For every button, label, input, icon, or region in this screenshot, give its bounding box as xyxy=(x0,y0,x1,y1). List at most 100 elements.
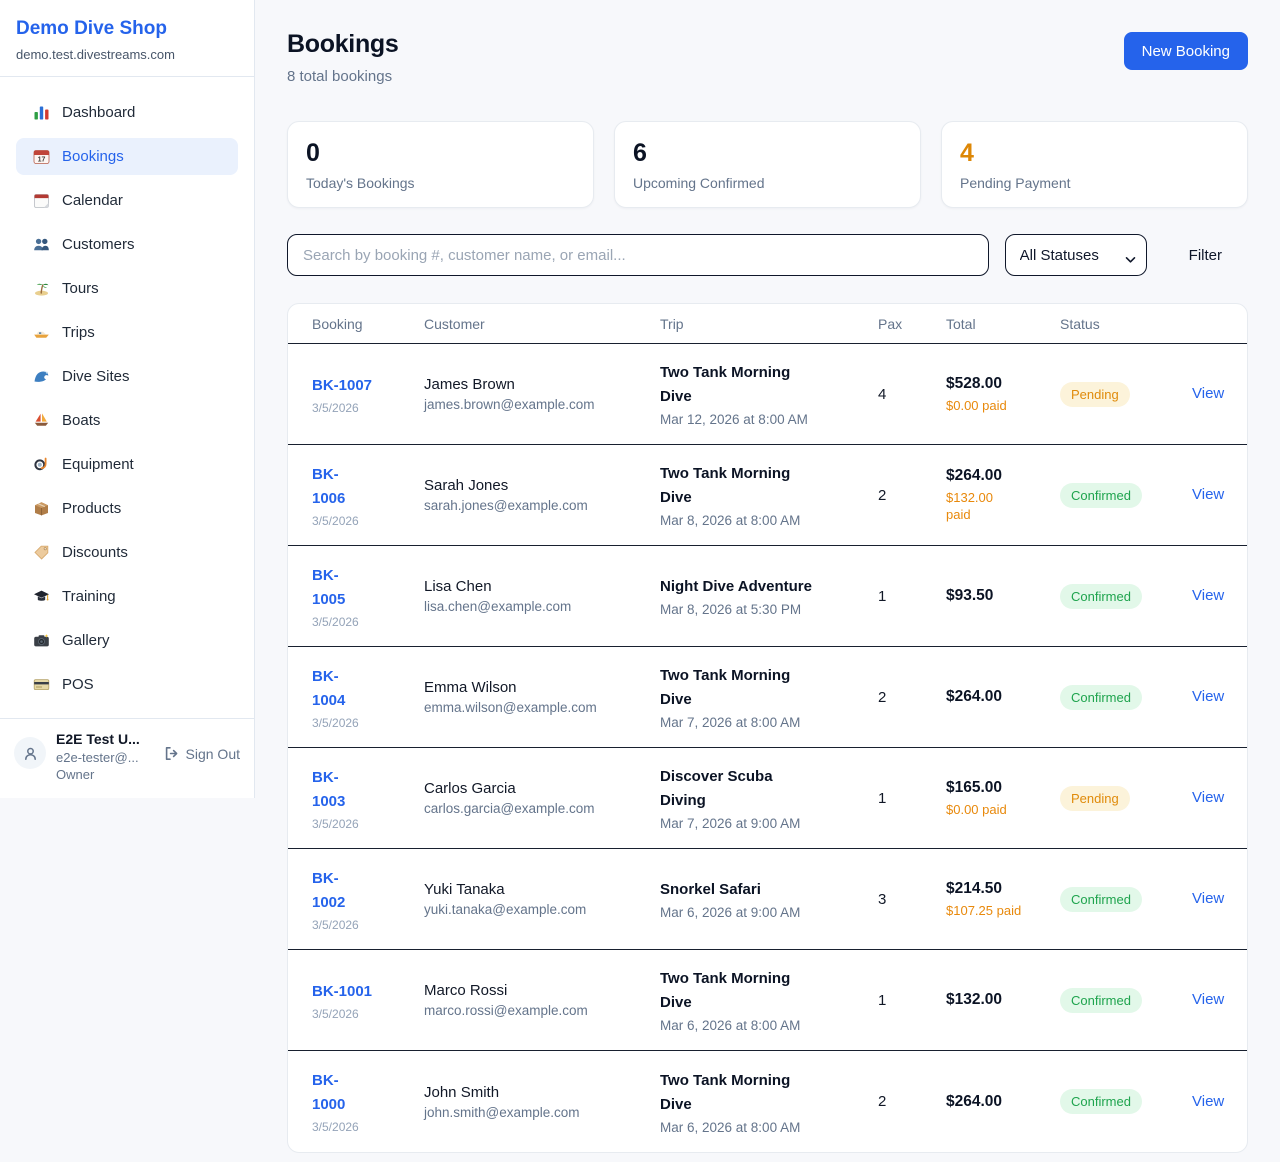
col-trip: Trip xyxy=(660,316,878,332)
table-row: BK-1001 3/5/2026 Marco Rossi marco.rossi… xyxy=(288,950,1247,1051)
trip-name: Two Tank Morning Dive xyxy=(660,1069,812,1117)
booking-id-link[interactable]: BK-1000 xyxy=(312,1069,364,1117)
user-email: e2e-tester@... xyxy=(56,750,153,765)
sidebar-item-equipment[interactable]: Equipment xyxy=(16,446,238,483)
filter-button[interactable]: Filter xyxy=(1179,247,1232,264)
status-filter-select[interactable]: All Statuses xyxy=(1005,234,1147,276)
status-badge: Confirmed xyxy=(1060,584,1142,609)
sign-out-button[interactable]: Sign Out xyxy=(163,745,240,762)
sidebar-item-products[interactable]: Products xyxy=(16,490,238,527)
booking-date: 3/5/2026 xyxy=(312,401,424,415)
status-badge: Confirmed xyxy=(1060,1089,1142,1114)
user-meta: E2E Test U... e2e-tester@... Owner xyxy=(56,731,153,782)
customer-name: Lisa Chen xyxy=(424,578,660,595)
customer-email: carlos.garcia@example.com xyxy=(424,801,660,816)
status-badge: Confirmed xyxy=(1060,483,1142,508)
sign-out-icon xyxy=(163,745,180,762)
sidebar-item-label: Discounts xyxy=(62,544,128,561)
avatar xyxy=(14,737,46,769)
booking-id-link[interactable]: BK-1007 xyxy=(312,374,372,398)
new-booking-button[interactable]: New Booking xyxy=(1124,32,1248,70)
booking-id-link[interactable]: BK-1005 xyxy=(312,564,364,612)
sidebar-item-label: Boats xyxy=(62,412,100,429)
trip-datetime: Mar 7, 2026 at 9:00 AM xyxy=(660,816,878,831)
boats-icon xyxy=(32,412,50,430)
table-row: BK-1000 3/5/2026 John Smith john.smith@e… xyxy=(288,1051,1247,1152)
booking-id-link[interactable]: BK-1001 xyxy=(312,980,372,1004)
pos-icon xyxy=(32,676,50,694)
customer-email: emma.wilson@example.com xyxy=(424,700,660,715)
trip-name: Two Tank Morning Dive xyxy=(660,967,812,1015)
paid-amount: $132.00 paid xyxy=(946,489,1004,523)
user-name: E2E Test U... xyxy=(56,731,153,747)
table-row: BK-1003 3/5/2026 Carlos Garcia carlos.ga… xyxy=(288,748,1247,849)
booking-date: 3/5/2026 xyxy=(312,918,424,932)
customers-icon xyxy=(32,236,50,254)
trip-name: Snorkel Safari xyxy=(660,878,812,902)
pax-count: 1 xyxy=(878,588,946,605)
sidebar-item-label: Customers xyxy=(62,236,135,253)
training-icon xyxy=(32,588,50,606)
customer-email: james.brown@example.com xyxy=(424,397,660,412)
sidebar-item-label: Training xyxy=(62,588,116,605)
stat-value: 0 xyxy=(306,139,575,168)
booking-id-link[interactable]: BK-1003 xyxy=(312,766,364,814)
dive-sites-icon xyxy=(32,368,50,386)
booking-id-link[interactable]: BK-1006 xyxy=(312,463,364,511)
trip-datetime: Mar 6, 2026 at 9:00 AM xyxy=(660,905,878,920)
sidebar-item-label: Gallery xyxy=(62,632,110,649)
sidebar-item-bookings[interactable]: 17 Bookings xyxy=(16,138,238,175)
view-link[interactable]: View xyxy=(1192,991,1224,1008)
sidebar-item-dive-sites[interactable]: Dive Sites xyxy=(16,358,238,395)
customer-name: Yuki Tanaka xyxy=(424,881,660,898)
sidebar-item-boats[interactable]: Boats xyxy=(16,402,238,439)
table-row: BK-1004 3/5/2026 Emma Wilson emma.wilson… xyxy=(288,647,1247,748)
view-link[interactable]: View xyxy=(1192,587,1224,604)
sidebar-item-label: Dashboard xyxy=(62,104,135,121)
status-badge: Confirmed xyxy=(1060,685,1142,710)
tours-icon xyxy=(32,280,50,298)
sidebar-item-dashboard[interactable]: Dashboard xyxy=(16,94,238,131)
sidebar-item-label: Equipment xyxy=(62,456,134,473)
sidebar-item-training[interactable]: Training xyxy=(16,578,238,615)
sidebar-item-label: Calendar xyxy=(62,192,123,209)
total-amount: $264.00 xyxy=(946,1093,1060,1111)
sidebar-item-gallery[interactable]: Gallery xyxy=(16,622,238,659)
booking-date: 3/5/2026 xyxy=(312,716,424,730)
sidebar: Demo Dive Shop demo.test.divestreams.com… xyxy=(0,0,255,798)
view-link[interactable]: View xyxy=(1192,789,1224,806)
total-amount: $214.50 xyxy=(946,880,1060,898)
booking-id-link[interactable]: BK-1004 xyxy=(312,665,364,713)
stats-row: 0 Today's Bookings 6 Upcoming Confirmed … xyxy=(287,121,1248,208)
search-input[interactable] xyxy=(287,234,989,276)
booking-date: 3/5/2026 xyxy=(312,817,424,831)
sidebar-item-customers[interactable]: Customers xyxy=(16,226,238,263)
view-link[interactable]: View xyxy=(1192,486,1224,503)
sidebar-item-calendar[interactable]: Calendar xyxy=(16,182,238,219)
svg-text:17: 17 xyxy=(37,157,45,164)
shop-title: Demo Dive Shop xyxy=(16,18,238,40)
view-link[interactable]: View xyxy=(1192,688,1224,705)
view-link[interactable]: View xyxy=(1192,385,1224,402)
trips-icon xyxy=(32,324,50,342)
sidebar-item-discounts[interactable]: Discounts xyxy=(16,534,238,571)
stat-value: 6 xyxy=(633,139,902,168)
total-amount: $165.00 xyxy=(946,779,1060,797)
table-row: BK-1002 3/5/2026 Yuki Tanaka yuki.tanaka… xyxy=(288,849,1247,950)
equipment-icon xyxy=(32,456,50,474)
trip-datetime: Mar 6, 2026 at 8:00 AM xyxy=(660,1018,878,1033)
booking-date: 3/5/2026 xyxy=(312,514,424,528)
sidebar-item-pos[interactable]: POS xyxy=(16,666,238,703)
pax-count: 2 xyxy=(878,1093,946,1110)
main-content: Bookings 8 total bookings New Booking 0 … xyxy=(255,0,1280,1153)
booking-id-link[interactable]: BK-1002 xyxy=(312,867,364,915)
bookings-table: Booking Customer Trip Pax Total Status B… xyxy=(287,303,1248,1153)
view-link[interactable]: View xyxy=(1192,890,1224,907)
products-icon xyxy=(32,500,50,518)
sidebar-item-trips[interactable]: Trips xyxy=(16,314,238,351)
view-link[interactable]: View xyxy=(1192,1093,1224,1110)
pax-count: 4 xyxy=(878,386,946,403)
sidebar-item-tours[interactable]: Tours xyxy=(16,270,238,307)
sidebar-item-label: Trips xyxy=(62,324,95,341)
page-subtitle: 8 total bookings xyxy=(287,68,399,85)
